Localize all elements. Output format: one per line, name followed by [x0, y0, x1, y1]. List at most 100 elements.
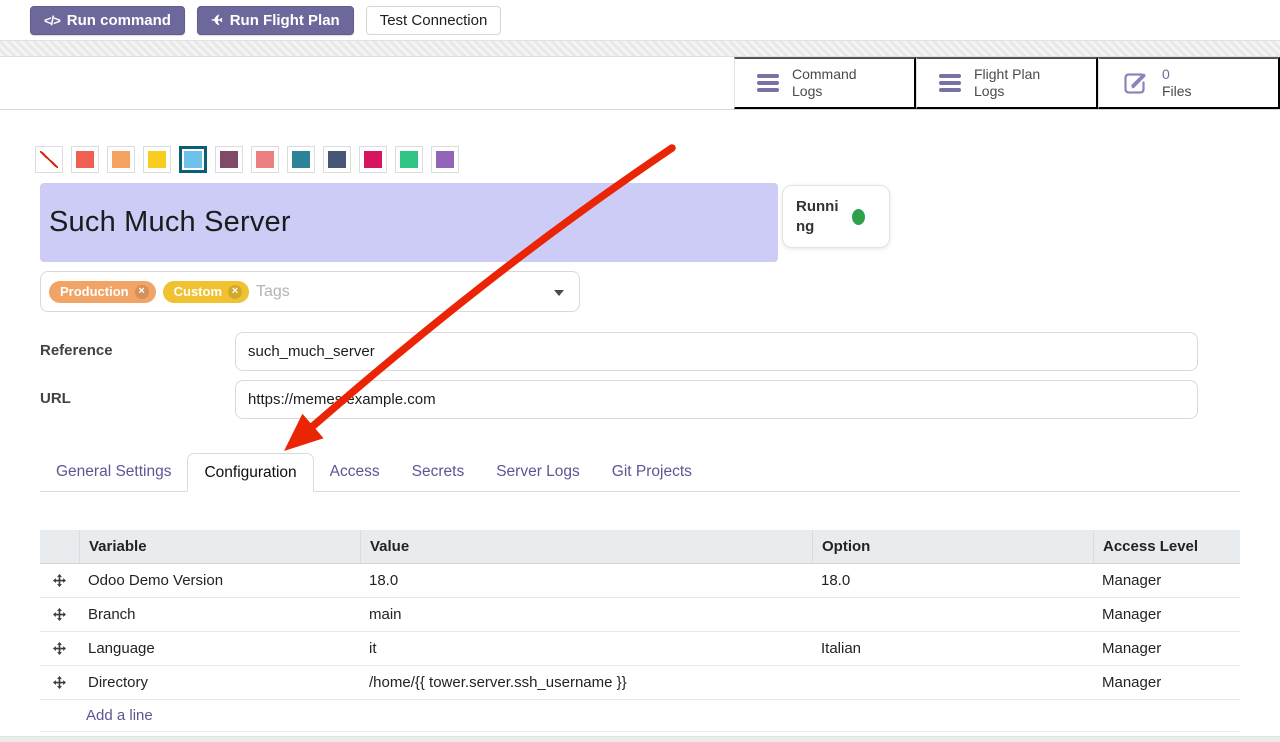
url-row: URL — [40, 380, 1240, 419]
column-header-access-level[interactable]: Access Level — [1093, 530, 1240, 563]
tag-production: Production × — [49, 281, 156, 303]
cell-access-level[interactable]: Manager — [1093, 572, 1240, 589]
run-flight-plan-label: Run Flight Plan — [230, 12, 340, 29]
run-command-button[interactable]: </> Run command — [30, 6, 185, 35]
tab-configuration[interactable]: Configuration — [187, 453, 313, 492]
form-header-band: Command Logs Flight Plan Logs 0 Files — [0, 57, 1280, 110]
url-label: URL — [40, 380, 235, 419]
drag-handle-icon[interactable] — [40, 676, 79, 689]
color-swatch[interactable] — [323, 146, 351, 173]
code-icon: </> — [44, 13, 60, 28]
drag-handle-icon[interactable] — [40, 608, 79, 621]
column-header-variable[interactable]: Variable — [79, 530, 360, 563]
list-icon — [939, 74, 961, 92]
table-row: Language it Italian Manager — [40, 632, 1240, 666]
add-line-row: Add a line — [40, 700, 1240, 732]
tab-secrets[interactable]: Secrets — [396, 453, 481, 491]
cell-option[interactable]: 18.0 — [812, 572, 1093, 589]
cell-value[interactable]: main — [360, 606, 812, 623]
color-swatch[interactable] — [143, 146, 171, 173]
cell-value[interactable]: /home/{{ tower.server.ssh_username }} — [360, 674, 812, 691]
test-connection-button[interactable]: Test Connection — [366, 6, 502, 35]
drag-handle-icon[interactable] — [40, 642, 79, 655]
flight-plan-logs-stat-button[interactable]: Flight Plan Logs — [916, 57, 1098, 109]
table-header-row: Variable Value Option Access Level — [40, 530, 1240, 564]
cell-access-level[interactable]: Manager — [1093, 674, 1240, 691]
color-swatch[interactable] — [215, 146, 243, 173]
swatch-fill — [148, 151, 166, 168]
remove-tag-icon[interactable]: × — [135, 285, 149, 299]
color-swatch[interactable] — [251, 146, 279, 173]
tag-label: Custom — [174, 284, 222, 299]
color-swatch[interactable] — [431, 146, 459, 173]
color-swatch[interactable] — [395, 146, 423, 173]
swatch-fill — [292, 151, 310, 168]
edit-square-icon — [1121, 69, 1149, 97]
color-swatch[interactable] — [287, 146, 315, 173]
chevron-down-icon[interactable] — [554, 290, 564, 296]
tab-access[interactable]: Access — [314, 453, 396, 491]
tab-server-logs[interactable]: Server Logs — [480, 453, 596, 491]
command-logs-stat-button[interactable]: Command Logs — [734, 57, 916, 109]
reference-input[interactable] — [235, 332, 1198, 371]
cell-value[interactable]: 18.0 — [360, 572, 812, 589]
color-swatch[interactable] — [107, 146, 135, 173]
color-swatch-selected[interactable] — [179, 146, 207, 173]
cell-variable[interactable]: Directory — [79, 674, 360, 691]
cell-option[interactable]: Italian — [812, 640, 1093, 657]
color-swatch[interactable] — [359, 146, 387, 173]
form-sheet: Such Much Server Running Production × Cu… — [0, 146, 1280, 732]
swatch-fill — [40, 151, 58, 168]
hatched-divider — [0, 40, 1280, 57]
swatch-fill — [184, 151, 202, 168]
tab-git-projects[interactable]: Git Projects — [596, 453, 708, 491]
remove-tag-icon[interactable]: × — [228, 285, 242, 299]
list-icon — [757, 74, 779, 92]
notebook-tabs: General Settings Configuration Access Se… — [40, 453, 1240, 492]
swatch-fill — [364, 151, 382, 168]
cell-access-level[interactable]: Manager — [1093, 606, 1240, 623]
table-row: Branch main Manager — [40, 598, 1240, 632]
run-flight-plan-button[interactable]: ✈ Run Flight Plan — [197, 6, 354, 35]
footer-strip — [0, 736, 1280, 742]
command-logs-label: Command Logs — [792, 66, 857, 101]
drag-handle-icon[interactable] — [40, 574, 79, 587]
swatch-fill — [400, 151, 418, 168]
swatch-fill — [76, 151, 94, 168]
table-row: Odoo Demo Version 18.0 18.0 Manager — [40, 564, 1240, 598]
tags-field[interactable]: Production × Custom × Tags — [40, 271, 580, 312]
cell-variable[interactable]: Language — [79, 640, 360, 657]
test-connection-label: Test Connection — [380, 12, 488, 29]
color-swatch[interactable] — [71, 146, 99, 173]
files-count: 0 — [1162, 66, 1170, 82]
tag-custom: Custom × — [163, 281, 249, 303]
url-input[interactable] — [235, 380, 1198, 419]
files-stat-button[interactable]: 0 Files — [1098, 57, 1280, 109]
swatch-fill — [328, 151, 346, 168]
swatch-fill — [256, 151, 274, 168]
status-label: Running — [796, 197, 844, 236]
cell-access-level[interactable]: Manager — [1093, 640, 1240, 657]
status-running-dot — [852, 209, 865, 225]
cell-variable[interactable]: Branch — [79, 606, 360, 623]
cell-value[interactable]: it — [360, 640, 812, 657]
swatch-fill — [436, 151, 454, 168]
tab-general-settings[interactable]: General Settings — [40, 453, 187, 491]
server-name-field[interactable]: Such Much Server — [40, 183, 778, 262]
add-a-line-link[interactable]: Add a line — [86, 707, 153, 724]
header-handle-cell — [40, 530, 79, 563]
status-widget[interactable]: Running — [782, 185, 890, 248]
column-header-option[interactable]: Option — [812, 530, 1093, 563]
color-swatch-none[interactable] — [35, 146, 63, 173]
tags-placeholder: Tags — [256, 283, 290, 301]
cell-variable[interactable]: Odoo Demo Version — [79, 572, 360, 589]
reference-label: Reference — [40, 332, 235, 371]
swatch-fill — [112, 151, 130, 168]
title-row: Such Much Server Running — [40, 183, 1240, 262]
files-label: 0 Files — [1162, 66, 1192, 101]
swatch-fill — [220, 151, 238, 168]
column-header-value[interactable]: Value — [360, 530, 812, 563]
action-toolbar: </> Run command ✈ Run Flight Plan Test C… — [0, 0, 1280, 40]
plane-icon: ✈ — [211, 12, 223, 29]
reference-row: Reference — [40, 332, 1240, 371]
